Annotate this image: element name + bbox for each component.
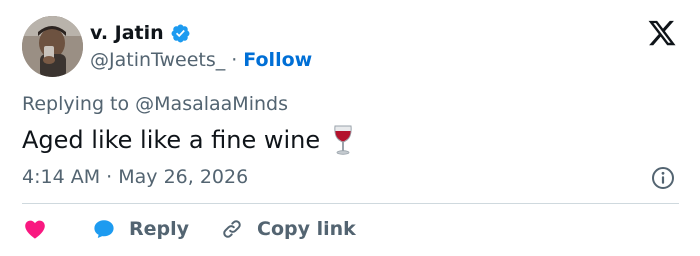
reply-bubble-icon: [91, 217, 117, 241]
tweet-embed-card: v. Jatin @JatinTweets_ · Follow Replying…: [0, 0, 700, 256]
replying-to-prefix: Replying to: [22, 93, 136, 115]
tweet-timestamp[interactable]: 4:14 AM · May 26, 2026: [22, 166, 248, 188]
verified-badge-icon: [170, 23, 191, 44]
replying-to-line: Replying to @MasalaaMinds: [22, 93, 288, 115]
wine-glass-icon: [332, 125, 354, 155]
tweet-text: Aged like like a fine wine: [22, 125, 354, 155]
handle-separator: ·: [231, 49, 238, 71]
author-handle[interactable]: @JatinTweets_: [90, 49, 225, 71]
link-icon: [220, 217, 244, 241]
divider: [22, 203, 679, 204]
tweet-actions-bar: Reply Copy link: [22, 215, 356, 243]
copy-link-button[interactable]: Copy link: [220, 217, 356, 241]
author-display-name[interactable]: v. Jatin: [90, 22, 164, 44]
heart-icon: [22, 217, 48, 241]
replying-to-mention[interactable]: @MasalaaMinds: [135, 93, 288, 115]
reply-button[interactable]: Reply: [91, 217, 189, 241]
x-logo-icon[interactable]: [646, 18, 678, 48]
reply-label: Reply: [129, 218, 190, 240]
info-icon[interactable]: [651, 166, 675, 190]
author-name-row: v. Jatin: [90, 22, 191, 44]
author-handle-row: @JatinTweets_ · Follow: [90, 49, 312, 71]
timestamp-separator: ·: [106, 166, 113, 188]
tweet-date: May 26, 2026: [118, 166, 249, 188]
follow-button[interactable]: Follow: [243, 49, 312, 71]
avatar[interactable]: [22, 16, 83, 77]
like-button[interactable]: [22, 217, 48, 241]
tweet-time: 4:14 AM: [22, 166, 101, 188]
tweet-body: Aged like like a fine wine: [22, 126, 321, 154]
copy-link-label: Copy link: [257, 218, 356, 240]
